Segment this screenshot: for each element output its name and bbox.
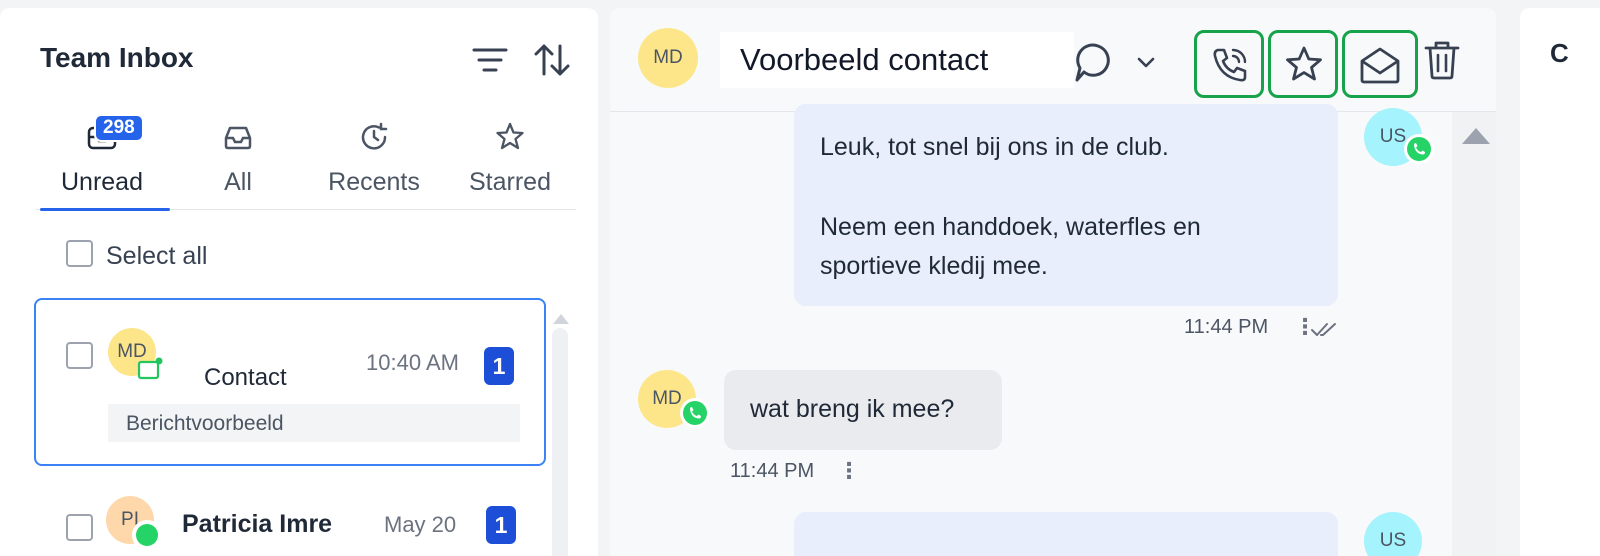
conversation-item[interactable]: PI Patricia Imre May 20 1 [34, 486, 546, 556]
conversation-time: May 20 [384, 512, 457, 537]
contact-name: Voorbeeld contact [740, 42, 989, 77]
inbox-title: Team Inbox [40, 42, 194, 73]
message-line: wat breng ik mee? [750, 395, 955, 423]
list-scrollbar[interactable] [552, 328, 568, 556]
chat-panel: MD Voorbeeld contact Leuk, tot snel bij … [610, 8, 1496, 556]
trash-icon[interactable] [1420, 36, 1464, 84]
inbox-panel: Team Inbox 298 Unread All Recents Starre… [0, 8, 598, 556]
user-avatar: US [1364, 512, 1422, 556]
whatsapp-icon [1404, 134, 1434, 164]
message-time: 11:44 PM [1184, 316, 1269, 338]
tab-unread-label: Unread [61, 168, 143, 196]
whatsapp-icon [132, 520, 162, 550]
star-icon [1286, 46, 1322, 81]
details-panel: C [1520, 8, 1600, 556]
chat-channel-icon [137, 357, 163, 380]
envelope-open-icon [1360, 47, 1400, 84]
tab-all[interactable]: All [172, 112, 304, 210]
preview-overlay: Berichtvoorbeeld [108, 404, 520, 442]
incoming-message: wat breng ik mee? [724, 370, 1002, 450]
clock-icon [361, 122, 388, 150]
tab-starred[interactable]: Starred [444, 112, 576, 210]
message-more-icon[interactable]: ⋮ [838, 458, 860, 484]
unread-badge: 1 [484, 347, 514, 385]
conversation-checkbox[interactable] [66, 514, 93, 541]
chat-header: MD Voorbeeld contact [610, 8, 1496, 112]
tab-all-label: All [224, 168, 252, 196]
tab-recents[interactable]: Recents [308, 112, 440, 210]
contact-avatar: MD [638, 28, 698, 88]
chat-scroll-up[interactable] [1462, 128, 1490, 144]
conversation-contact-name: Patricia Imre [182, 510, 333, 538]
select-all-checkbox[interactable] [66, 240, 93, 267]
message-line: sportieve kledij mee. [820, 252, 1048, 280]
message-time: 11:44 PM [730, 460, 815, 482]
outgoing-message [794, 512, 1338, 556]
call-button[interactable] [1194, 30, 1264, 98]
phone-icon [1213, 48, 1247, 82]
message-line: Leuk, tot snel bij ons in de club. [820, 133, 1169, 161]
contact-name-overlay: Voorbeeld contact [720, 32, 1074, 88]
tray-icon [224, 126, 252, 150]
message-line: Neem een handdoek, waterfles en [820, 213, 1201, 241]
chevron-down-icon[interactable] [1134, 50, 1158, 74]
tab-starred-label: Starred [469, 168, 551, 196]
chat-scrollbar[interactable] [1452, 112, 1496, 556]
inbox-tabs: 298 Unread All Recents Starred [36, 112, 576, 211]
star-button[interactable] [1268, 30, 1338, 98]
list-scroll-up[interactable] [553, 314, 569, 324]
unread-count-badge: 298 [94, 114, 144, 142]
details-title: C [1550, 38, 1569, 68]
whatsapp-icon [680, 398, 710, 428]
filter-icon[interactable] [468, 38, 512, 82]
conversation-item[interactable]: MD Contact 10:40 AM 1 Berichtvoorbeeld [34, 298, 546, 466]
conversation-time: 10:40 AM [366, 350, 459, 375]
tab-recents-label: Recents [328, 168, 420, 196]
mark-unread-button[interactable] [1342, 30, 1418, 98]
select-all-label: Select all [106, 242, 208, 270]
double-check-icon [1311, 323, 1336, 336]
conversation-preview: Berichtvoorbeeld [126, 412, 284, 435]
outgoing-message: Leuk, tot snel bij ons in de club. Neem … [794, 104, 1338, 306]
chat-bubble-icon[interactable] [1072, 38, 1120, 86]
conversation-checkbox[interactable] [66, 342, 93, 369]
tab-unread[interactable]: 298 Unread [36, 112, 170, 211]
conversation-contact-name: Contact [204, 364, 287, 391]
star-icon [496, 122, 524, 150]
unread-badge: 1 [486, 506, 516, 544]
sort-icon[interactable] [530, 38, 574, 82]
